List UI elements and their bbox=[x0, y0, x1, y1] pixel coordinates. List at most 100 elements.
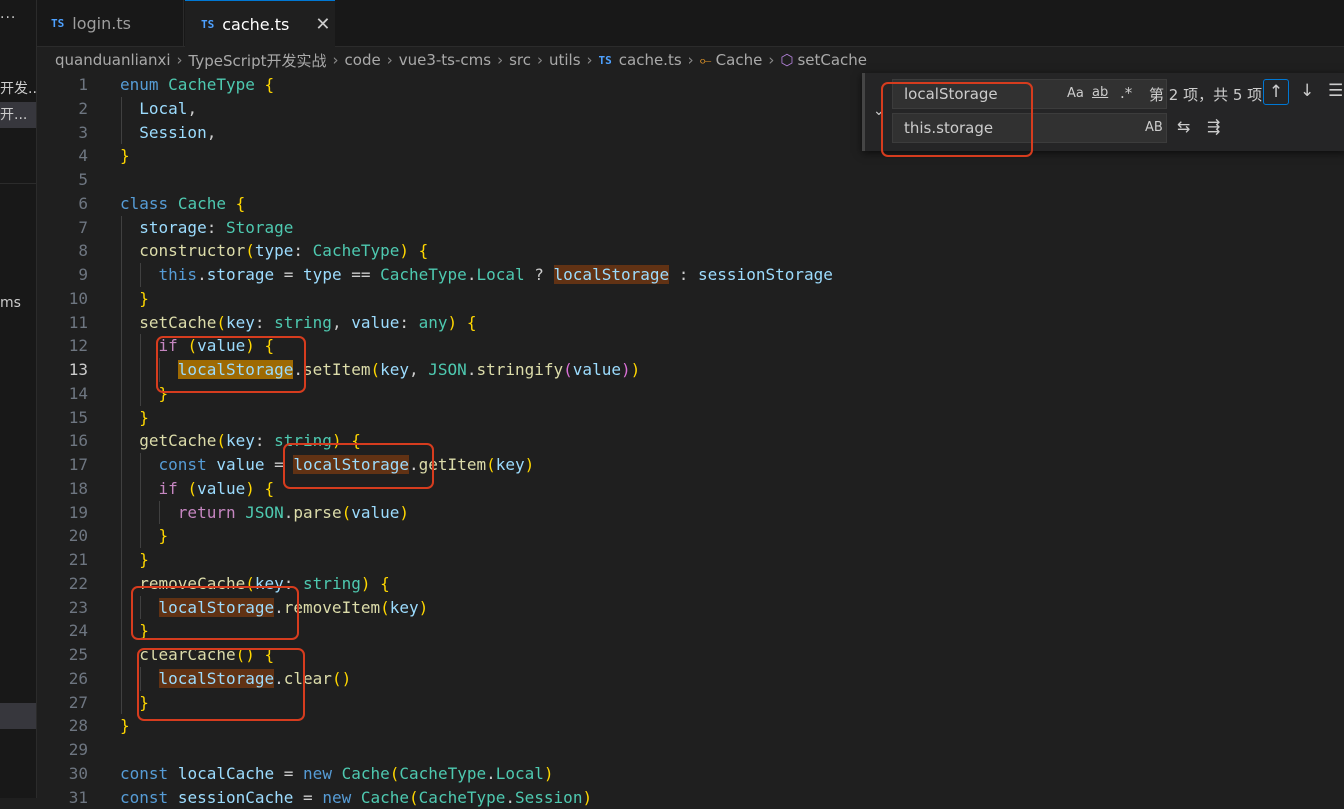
code-text: Session, bbox=[120, 121, 216, 145]
code-line[interactable]: 6class Cache { bbox=[37, 192, 1337, 216]
replace-all-icon[interactable]: ⇶ bbox=[1207, 117, 1220, 136]
code-line[interactable]: 28} bbox=[37, 714, 1337, 738]
sidebar-item[interactable]: 开发... bbox=[0, 78, 37, 98]
code-line[interactable]: 29 bbox=[37, 738, 1337, 762]
code-line[interactable]: 17 const value = localStorage.getItem(ke… bbox=[37, 453, 1337, 477]
code-line[interactable]: 9 this.storage = type == CacheType.Local… bbox=[37, 263, 1337, 287]
breadcrumb-item[interactable]: utils bbox=[549, 51, 581, 69]
code-line[interactable]: 24 } bbox=[37, 619, 1337, 643]
line-number: 30 bbox=[37, 762, 88, 786]
code-line[interactable]: 10 } bbox=[37, 287, 1337, 311]
sidebar-item[interactable]: ms bbox=[0, 295, 21, 311]
code-text: } bbox=[120, 382, 168, 406]
code-line[interactable]: 30const localCache = new Cache(CacheType… bbox=[37, 762, 1337, 786]
code-editor[interactable]: 1enum CacheType {2 Local,3 Session,4}56c… bbox=[37, 73, 1344, 798]
line-number: 20 bbox=[37, 524, 88, 548]
code-line[interactable]: 12 if (value) { bbox=[37, 334, 1337, 358]
code-line[interactable]: 16 getCache(key: string) { bbox=[37, 429, 1337, 453]
preserve-case-icon[interactable]: AB bbox=[1145, 120, 1163, 135]
line-number: 5 bbox=[37, 168, 88, 192]
breadcrumb-item[interactable]: setCache bbox=[797, 51, 867, 69]
menu-icon[interactable]: ☰ bbox=[1328, 81, 1343, 101]
close-icon[interactable]: ✕ bbox=[315, 14, 330, 35]
arrow-up-icon[interactable]: ↑ bbox=[1263, 79, 1289, 105]
chevron-down-icon[interactable]: ⌄ bbox=[873, 103, 885, 119]
arrow-down-icon[interactable]: ↓ bbox=[1300, 81, 1314, 101]
breadcrumb: quanduanlianxi› TypeScript开发实战› code› vu… bbox=[55, 48, 867, 72]
code-line[interactable]: 21 } bbox=[37, 548, 1337, 572]
code-text: } bbox=[120, 691, 149, 715]
sidebar-item-highlight[interactable] bbox=[0, 703, 36, 729]
code-line[interactable]: 8 constructor(type: CacheType) { bbox=[37, 239, 1337, 263]
line-number: 23 bbox=[37, 596, 88, 620]
line-number: 9 bbox=[37, 263, 88, 287]
line-number: 7 bbox=[37, 216, 88, 240]
typescript-file-icon: TS bbox=[599, 54, 612, 67]
tab-label: cache.ts bbox=[222, 15, 289, 34]
more-actions-icon[interactable]: ··· bbox=[0, 10, 16, 26]
tab-cache-ts[interactable]: TS cache.ts ✕ bbox=[185, 0, 335, 47]
code-text: removeCache(key: string) { bbox=[120, 572, 390, 596]
line-number: 15 bbox=[37, 406, 88, 430]
code-text: this.storage = type == CacheType.Local ?… bbox=[120, 263, 833, 287]
search-match-highlight: localStorage bbox=[159, 669, 275, 688]
line-number: 1 bbox=[37, 73, 88, 97]
code-line[interactable]: 11 setCache(key: string, value: any) { bbox=[37, 311, 1337, 335]
chevron-right-icon: › bbox=[768, 51, 774, 69]
find-input-value: localStorage bbox=[904, 85, 998, 103]
whole-word-icon[interactable]: ab bbox=[1092, 85, 1108, 100]
replace-input-value: this.storage bbox=[904, 119, 993, 137]
typescript-file-icon: TS bbox=[201, 18, 214, 31]
code-line[interactable]: 27 } bbox=[37, 691, 1337, 715]
code-text: class Cache { bbox=[120, 192, 245, 216]
search-match-highlight: localStorage bbox=[178, 360, 294, 379]
line-number: 3 bbox=[37, 121, 88, 145]
breadcrumb-item[interactable]: cache.ts bbox=[619, 51, 682, 69]
code-text: localStorage.removeItem(key) bbox=[120, 596, 428, 620]
code-line[interactable]: 18 if (value) { bbox=[37, 477, 1337, 501]
code-line[interactable]: 7 storage: Storage bbox=[37, 216, 1337, 240]
code-text: if (value) { bbox=[120, 334, 274, 358]
code-text: } bbox=[120, 619, 149, 643]
line-number: 12 bbox=[37, 334, 88, 358]
code-line[interactable]: 23 localStorage.removeItem(key) bbox=[37, 596, 1337, 620]
line-number: 26 bbox=[37, 667, 88, 691]
chevron-right-icon: › bbox=[587, 51, 593, 69]
line-number: 13 bbox=[37, 358, 88, 382]
tab-login-ts[interactable]: TS login.ts bbox=[37, 0, 184, 46]
code-text: if (value) { bbox=[120, 477, 274, 501]
code-line[interactable]: 31const sessionCache = new Cache(CacheTy… bbox=[37, 786, 1337, 809]
code-line[interactable]: 13 localStorage.setItem(key, JSON.string… bbox=[37, 358, 1337, 382]
code-text: const value = localStorage.getItem(key) bbox=[120, 453, 534, 477]
breadcrumb-item[interactable]: quanduanlianxi bbox=[55, 51, 171, 69]
replace-input[interactable]: this.storage bbox=[892, 113, 1167, 143]
line-number: 14 bbox=[37, 382, 88, 406]
code-line[interactable]: 22 removeCache(key: string) { bbox=[37, 572, 1337, 596]
line-number: 25 bbox=[37, 643, 88, 667]
breadcrumb-item[interactable]: code bbox=[345, 51, 381, 69]
search-match-highlight: localStorage bbox=[293, 455, 409, 474]
code-line[interactable]: 14 } bbox=[37, 382, 1337, 406]
line-number: 10 bbox=[37, 287, 88, 311]
line-number: 11 bbox=[37, 311, 88, 335]
code-text: const sessionCache = new Cache(CacheType… bbox=[120, 786, 592, 809]
code-line[interactable]: 5 bbox=[37, 168, 1337, 192]
line-number: 22 bbox=[37, 572, 88, 596]
breadcrumb-item[interactable]: TypeScript开发实战 bbox=[189, 50, 327, 71]
code-line[interactable]: 25 clearCache() { bbox=[37, 643, 1337, 667]
code-line[interactable]: 20 } bbox=[37, 524, 1337, 548]
code-text: localStorage.clear() bbox=[120, 667, 351, 691]
code-line[interactable]: 15 } bbox=[37, 406, 1337, 430]
replace-icon[interactable]: ⇆ bbox=[1177, 117, 1190, 136]
line-number: 4 bbox=[37, 144, 88, 168]
sidebar-item-selected[interactable]: 开... bbox=[0, 102, 36, 128]
code-line[interactable]: 26 localStorage.clear() bbox=[37, 667, 1337, 691]
breadcrumb-item[interactable]: Cache bbox=[716, 51, 763, 69]
match-case-icon[interactable]: Aa bbox=[1067, 86, 1084, 101]
code-text: } bbox=[120, 524, 168, 548]
breadcrumb-item[interactable]: src bbox=[509, 51, 531, 69]
code-line[interactable]: 19 return JSON.parse(value) bbox=[37, 501, 1337, 525]
code-text: } bbox=[120, 548, 149, 572]
regex-icon[interactable]: .* bbox=[1120, 84, 1132, 102]
breadcrumb-item[interactable]: vue3-ts-cms bbox=[399, 51, 491, 69]
